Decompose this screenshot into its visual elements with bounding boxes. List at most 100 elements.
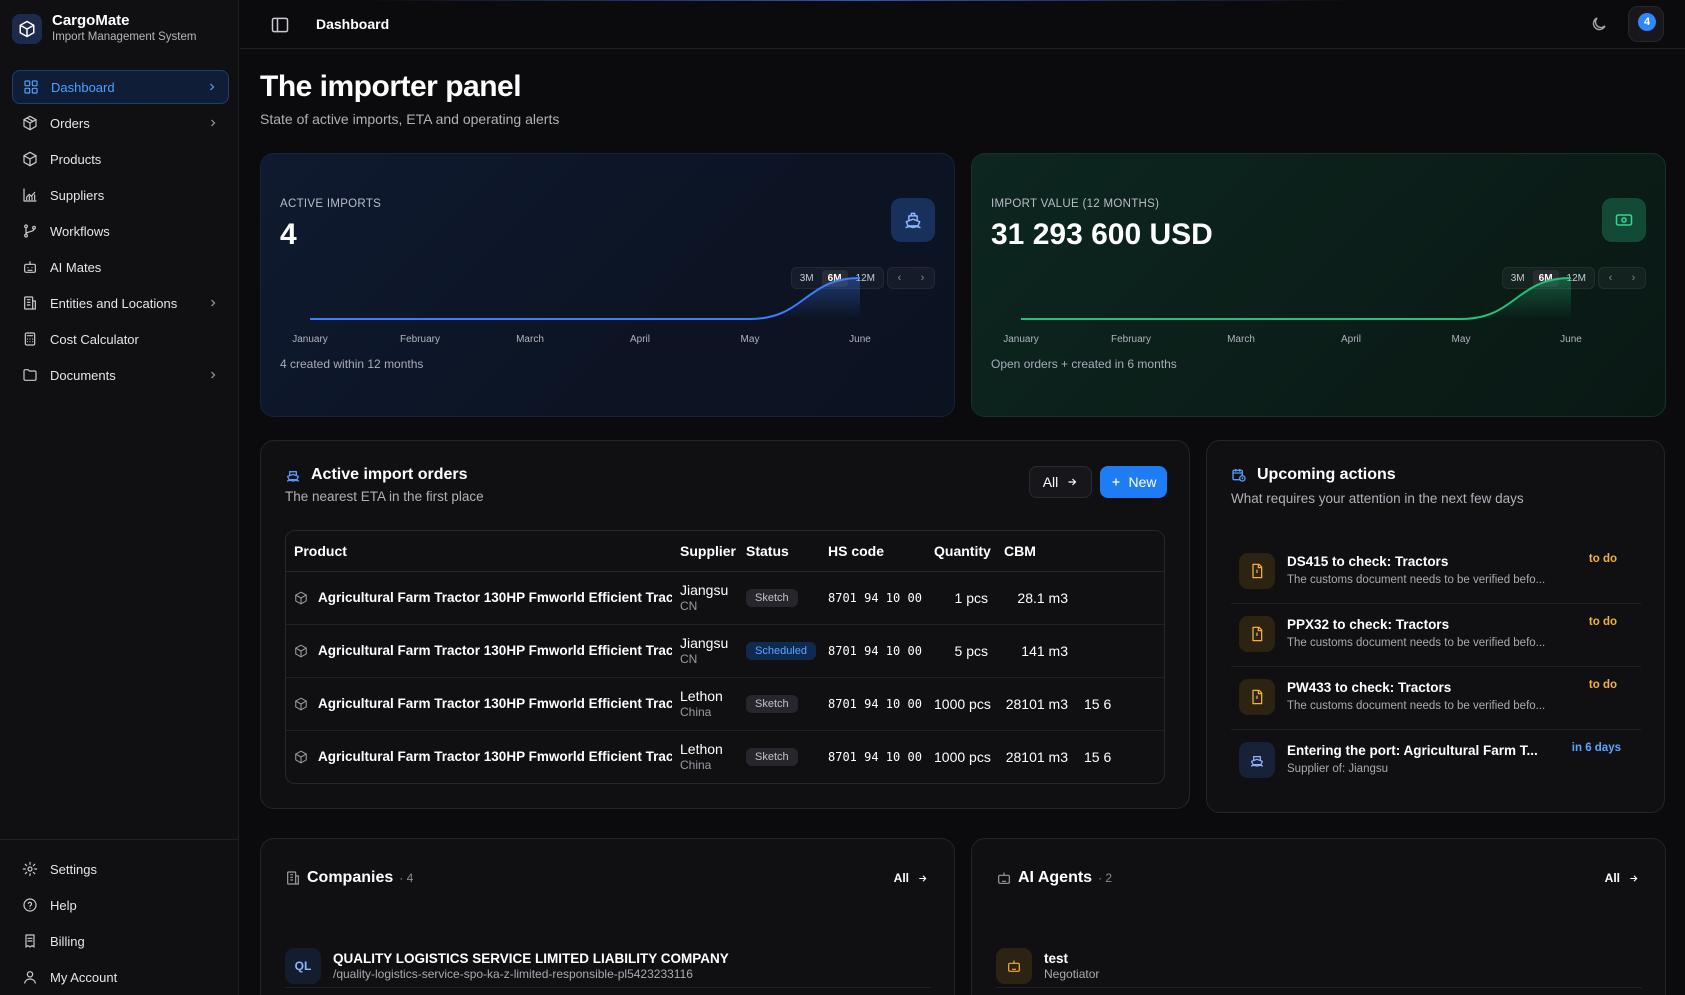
column-header[interactable]: Status — [738, 531, 820, 572]
panel-title: Upcoming actions — [1257, 466, 1396, 483]
all-agents-link[interactable]: All — [1605, 871, 1639, 885]
kpi-active-imports: ACTIVE IMPORTS 4 3M 6M 12M ‹ › January Febr… — [260, 153, 955, 417]
sidebar-item-help[interactable]: Help — [12, 888, 229, 922]
sidebar-item-settings[interactable]: Settings — [12, 852, 229, 886]
action-item[interactable]: PW433 to check: Tractors The customs docu… — [1231, 667, 1641, 730]
sidebar-item-dashboard[interactable]: Dashboard — [12, 70, 229, 104]
sparkline-area — [310, 278, 860, 319]
topbar-title: Dashboard — [316, 16, 390, 32]
sparkline-line — [310, 277, 861, 320]
column-header[interactable]: CBM — [996, 531, 1076, 572]
sidebar-item-workflows[interactable]: Workflows — [12, 214, 229, 248]
moon-icon[interactable] — [1590, 15, 1608, 33]
package-icon — [294, 750, 308, 764]
supplier-country: China — [680, 704, 712, 719]
supplier-country: China — [680, 757, 712, 772]
action-item[interactable]: PPX32 to check: Tractors The customs docu… — [1231, 604, 1641, 667]
sidebar-item-entities-and-locations[interactable]: Entities and Locations — [12, 286, 229, 320]
building-icon — [285, 870, 301, 886]
sidebar-item-products[interactable]: Products — [12, 142, 229, 176]
notifications-button[interactable]: 4 — [1628, 6, 1664, 42]
supplier-name: Lethon — [680, 687, 723, 704]
company-item[interactable]: QL QUALITY LOGISTICS SERVICE LIMITED LIA… — [285, 944, 931, 988]
status-badge: Sketch — [746, 695, 798, 713]
month-tick: January — [292, 334, 328, 345]
sidebar-item-documents[interactable]: Documents — [12, 358, 229, 392]
brand[interactable]: CargoMate Import Management System — [12, 12, 196, 45]
sidebar-item-label: Billing — [50, 933, 85, 949]
company-slug: /quality-logistics-service-spo-ka-z-limi… — [333, 966, 693, 981]
sparkline-area — [1021, 278, 1571, 319]
sidebar-item-label: AI Mates — [50, 259, 102, 275]
banknote-icon — [1602, 198, 1646, 242]
sidebar-item-ai-mates[interactable]: AI Mates — [12, 250, 229, 284]
agent-item[interactable]: test Negotiator — [996, 944, 1642, 988]
new-order-button[interactable]: New — [1100, 466, 1167, 498]
all-orders-button[interactable]: All — [1029, 466, 1092, 498]
section-count: · 2 — [1098, 871, 1113, 885]
action-item[interactable]: Entering the port: Agricultural Farm T..… — [1231, 730, 1641, 793]
building-icon — [22, 295, 38, 311]
section-count: · 4 — [399, 871, 414, 885]
section-title: AI Agents — [1018, 869, 1093, 886]
robot-icon — [22, 259, 38, 275]
sidebar-item-label: Dashboard — [51, 79, 115, 95]
section-title: Companies — [307, 869, 394, 886]
month-tick: May — [1451, 334, 1471, 345]
hs-code: 8701 94 10 00 — [828, 749, 922, 764]
supplier-country: CN — [680, 598, 698, 613]
action-item[interactable]: DS415 to check: Tractors The customs docu… — [1231, 541, 1641, 604]
sidebar-toggle-icon[interactable] — [270, 15, 290, 35]
sidebar-item-billing[interactable]: Billing — [12, 924, 229, 958]
quantity: 1 pcs — [926, 571, 996, 625]
orders-table: Product Supplier Status HS code Quantity CBM … — [285, 530, 1165, 784]
user-icon — [22, 969, 38, 985]
column-header[interactable]: HS code — [820, 531, 926, 572]
ship-icon — [1239, 742, 1275, 778]
action-tag: to do — [1588, 679, 1617, 691]
column-header[interactable]: Product — [286, 531, 672, 572]
workflow-icon — [22, 223, 38, 239]
package-icon — [294, 644, 308, 658]
month-tick: June — [1560, 334, 1582, 345]
table-row[interactable]: Agricultural Farm Tractor 130HP Fmworld … — [286, 571, 1164, 625]
arrow-right-icon — [1628, 873, 1639, 884]
truncated-value — [1076, 624, 1164, 678]
table-row[interactable]: Agricultural Farm Tractor 130HP Fmworld … — [286, 624, 1164, 678]
sidebar-item-label: Products — [50, 151, 102, 167]
sidebar-item-label: Orders — [50, 115, 90, 131]
package-icon — [294, 591, 308, 605]
action-title: PPX32 to check: Tractors — [1287, 617, 1450, 632]
bottom-nav: Settings Help Billing My Account — [12, 852, 229, 995]
arrow-right-icon — [917, 873, 928, 884]
agent-name: test — [1044, 950, 1069, 966]
sidebar-item-my-account[interactable]: My Account — [12, 960, 229, 994]
hs-code: 8701 94 10 00 — [820, 624, 926, 678]
new-label: New — [1128, 474, 1157, 490]
table-header-row: Product Supplier Status HS code Quantity CBM — [286, 531, 1164, 572]
companies-panel: Companies · 4 All QL QUALITY LOGISTICS S… — [260, 838, 955, 995]
table-row[interactable]: Agricultural Farm Tractor 130HP Fmworld … — [286, 677, 1164, 731]
action-description: The customs document needs to be verifie… — [1287, 637, 1546, 649]
company-name: QUALITY LOGISTICS SERVICE LIMITED LIABIL… — [333, 950, 729, 966]
robot-icon — [996, 870, 1012, 886]
truncated-value — [1076, 571, 1164, 625]
kpi-label: IMPORT VALUE (12 MONTHS) — [991, 198, 1160, 210]
panel-subtitle: What requires your attention in the next… — [1231, 491, 1524, 506]
sidebar-item-cost-calculator[interactable]: Cost Calculator — [12, 322, 229, 356]
column-header[interactable]: Quantity — [926, 531, 996, 572]
sidebar-item-orders[interactable]: Orders — [12, 106, 229, 140]
sidebar-item-suppliers[interactable]: Suppliers — [12, 178, 229, 212]
table-row[interactable]: Agricultural Farm Tractor 130HP Fmworld … — [286, 730, 1164, 783]
column-header[interactable]: Supplier — [672, 531, 738, 572]
column-header[interactable] — [1076, 531, 1164, 572]
chevron-right-icon — [207, 117, 219, 129]
all-label: All — [1042, 474, 1059, 490]
all-companies-link[interactable]: All — [894, 871, 928, 885]
document-alert-icon — [1239, 553, 1275, 589]
sidebar-item-label: Suppliers — [50, 187, 105, 203]
action-tag: to do — [1588, 553, 1617, 565]
app-name: CargoMate — [52, 12, 130, 29]
month-tick: March — [516, 334, 544, 345]
gear-icon — [22, 861, 38, 877]
